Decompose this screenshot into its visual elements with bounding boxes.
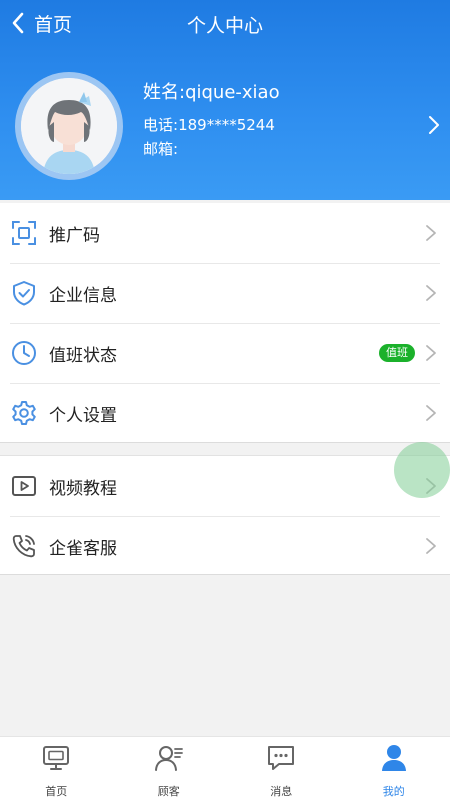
menu-item-customer-service[interactable]: 企雀客服: [0, 516, 450, 576]
chevron-right-icon[interactable]: [427, 115, 441, 135]
user-phone: 189****5244: [178, 116, 275, 134]
phone-support-icon: [12, 535, 35, 558]
menu-item-company-info[interactable]: 企业信息: [0, 263, 450, 323]
shield-check-icon: [13, 281, 35, 306]
bottom-tab-bar: 首页 顾客 消息 我的: [0, 736, 450, 800]
menu-item-duty-status[interactable]: 值班状态 值班: [0, 323, 450, 383]
menu-item-promo-code[interactable]: 推广码: [0, 203, 450, 263]
menu-label: 企雀客服: [49, 538, 117, 559]
tab-mine[interactable]: 我的: [338, 737, 450, 800]
customer-icon: [154, 746, 183, 771]
menu-label: 个人设置: [49, 405, 117, 426]
chevron-right-icon: [426, 405, 436, 421]
profile-header: 首页 个人中心 姓名: qique-xiao 电话: 189****5244 邮…: [0, 0, 450, 200]
tab-messages[interactable]: 消息: [225, 737, 338, 800]
nav-bar: 首页 个人中心: [0, 0, 450, 46]
chevron-right-icon: [426, 285, 436, 301]
tab-label: 我的: [382, 785, 405, 798]
menu-label: 企业信息: [49, 285, 117, 306]
video-play-icon: [12, 476, 36, 496]
menu-item-personal-settings[interactable]: 个人设置: [0, 383, 450, 443]
status-badge: 值班: [379, 344, 415, 362]
gear-icon: [12, 401, 36, 425]
message-icon: [268, 746, 294, 770]
chevron-right-icon: [426, 225, 436, 241]
chevron-right-icon: [426, 538, 436, 554]
menu-group-main: 推广码 企业信息 值班状态 值班 个人设置: [0, 203, 450, 443]
tab-label: 首页: [45, 785, 68, 798]
qrcode-scan-icon: [12, 221, 36, 245]
person-icon: [381, 745, 406, 771]
name-row: 姓名: qique-xiao: [143, 78, 280, 108]
phone-row: 电话: 189****5244: [143, 114, 280, 136]
clock-icon: [12, 341, 36, 365]
tab-home[interactable]: 首页: [0, 737, 113, 800]
menu-label: 视频教程: [49, 478, 117, 499]
user-name: qique-xiao: [185, 82, 280, 103]
name-label: 姓名:: [143, 82, 186, 103]
touch-ripple: [394, 442, 450, 498]
chevron-right-icon: [426, 345, 436, 361]
email-label: 邮箱:: [143, 140, 179, 158]
tab-label: 消息: [270, 785, 293, 798]
phone-label: 电话:: [143, 116, 179, 134]
email-row: 邮箱:: [143, 138, 280, 160]
page-title: 个人中心: [186, 15, 263, 37]
monitor-icon: [43, 746, 69, 770]
menu-label: 推广码: [49, 225, 100, 246]
menu-item-video-tutorial[interactable]: 视频教程: [0, 456, 450, 516]
tab-label: 顾客: [157, 785, 180, 798]
menu-label: 值班状态: [49, 345, 117, 366]
menu-group-help: 视频教程 企雀客服: [0, 455, 450, 575]
avatar[interactable]: [15, 72, 123, 180]
tab-customers[interactable]: 顾客: [113, 737, 226, 800]
profile-info[interactable]: 姓名: qique-xiao 电话: 189****5244 邮箱:: [143, 78, 280, 160]
avatar-girl-icon: [21, 78, 117, 174]
